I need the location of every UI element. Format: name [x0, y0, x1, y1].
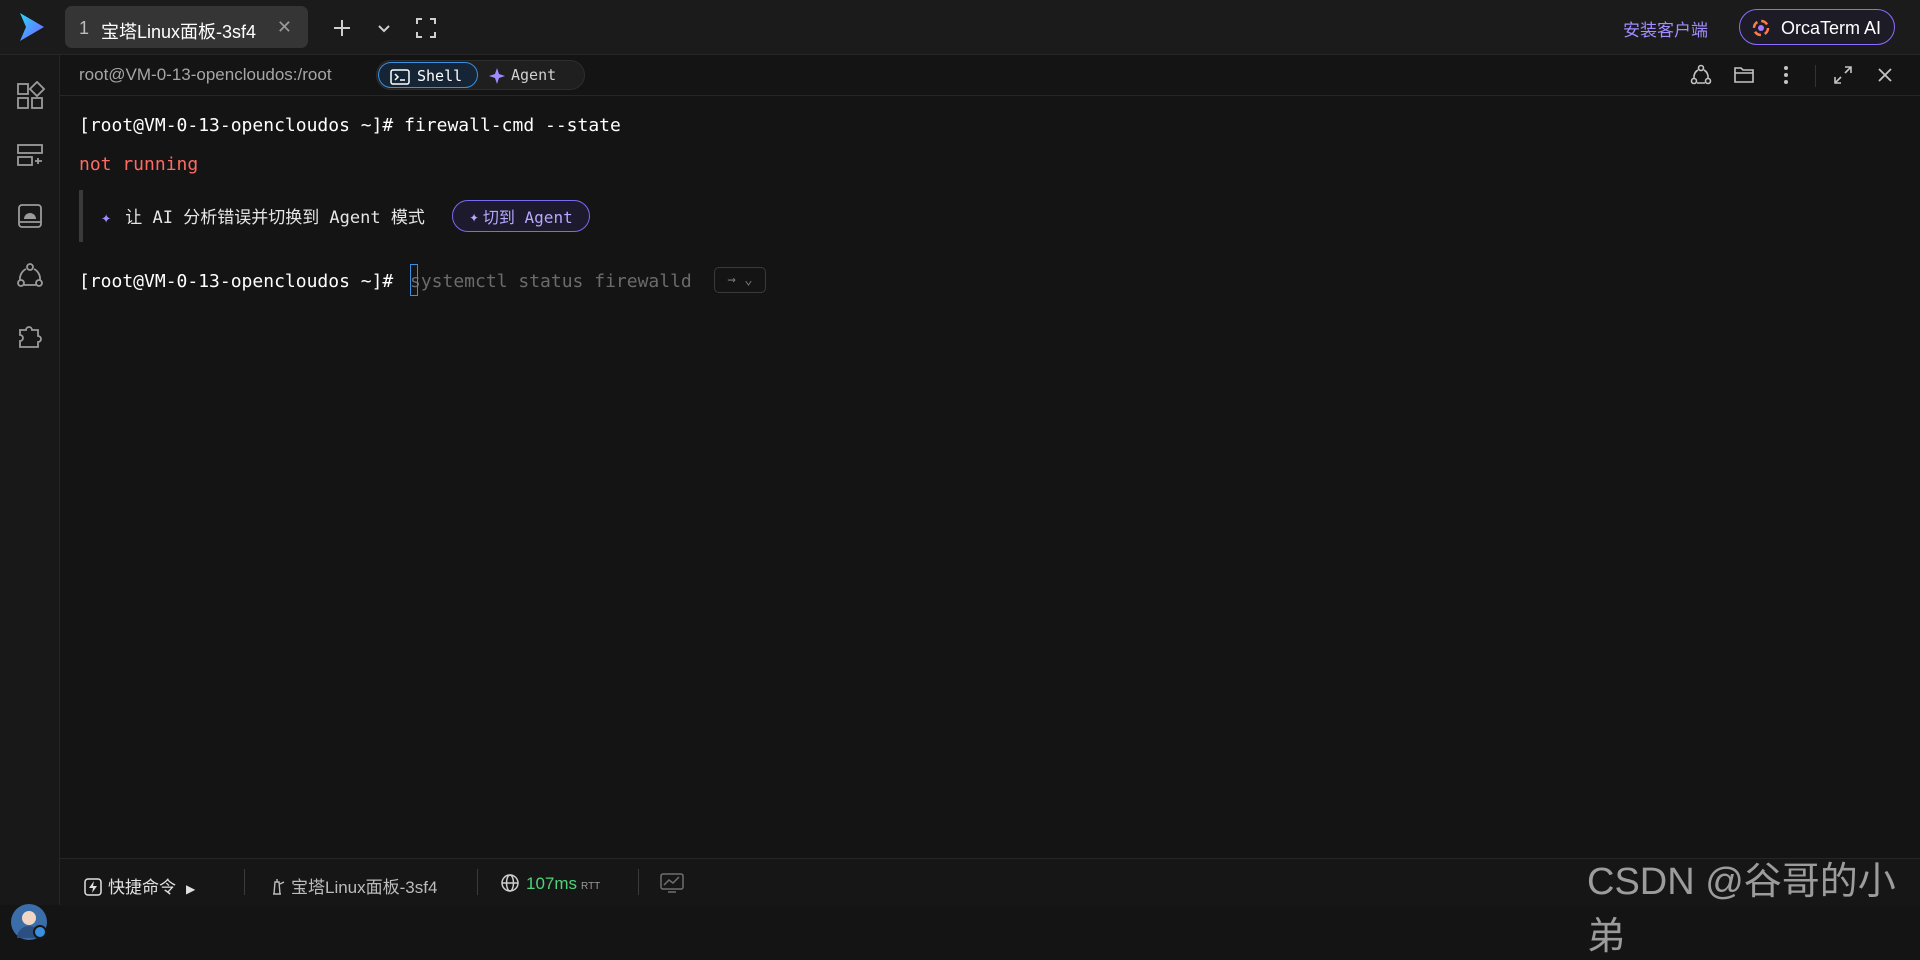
orcaterm-ai-button[interactable]: OrcaTerm AI — [1739, 9, 1895, 45]
sparkle-icon: ✦ — [469, 206, 479, 226]
terminal-prompt: [root@VM-0-13-opencloudos ~]# — [79, 271, 394, 292]
switch-to-agent-button[interactable]: ✦ 切到 Agent — [452, 200, 590, 232]
lighthouse-icon — [273, 879, 285, 895]
left-sidebar — [0, 55, 60, 940]
share-network-icon[interactable] — [15, 261, 45, 291]
globe-icon — [501, 874, 519, 892]
monitor-button[interactable] — [660, 873, 684, 898]
sparkle-icon: ✦ — [101, 208, 112, 228]
plugin-puzzle-icon[interactable] — [15, 321, 45, 351]
terminal-command-line: [root@VM-0-13-opencloudos ~]# firewall-c… — [79, 115, 621, 136]
share-icon — [1690, 64, 1712, 85]
latency-unit: RTT — [581, 881, 601, 892]
quick-commands-button[interactable]: 快捷命令 ▶ — [84, 873, 195, 898]
tab-title: 宝塔Linux面板-3sf4 — [101, 22, 257, 42]
fullscreen-button[interactable] — [411, 13, 441, 43]
server-info[interactable]: 宝塔Linux面板-3sf4 — [269, 873, 437, 898]
current-path: root@VM-0-13-opencloudos:/root — [79, 65, 332, 84]
sparkle-icon — [489, 68, 505, 84]
switch-to-agent-label: 切到 Agent — [482, 208, 573, 227]
agent-mode-label: Agent — [511, 66, 557, 84]
ai-hint-text: 让 AI 分析错误并切换到 Agent 模式 — [125, 208, 425, 228]
fullscreen-icon — [416, 18, 436, 38]
terminal-cursor — [410, 264, 418, 296]
session-header: root@VM-0-13-opencloudos:/root Shell Age… — [60, 55, 1920, 96]
more-options-button[interactable] — [1774, 63, 1798, 87]
server-name: 宝塔Linux面板-3sf4 — [291, 878, 438, 897]
title-bar: 1 宝塔Linux面板-3sf4 ✕ 安装客户端 OrcaTerm AI — [0, 0, 1920, 55]
orcaterm-ai-icon — [1752, 19, 1770, 37]
status-divider — [244, 869, 245, 895]
maximize-button[interactable] — [1831, 63, 1855, 87]
server-list-icon[interactable] — [15, 141, 45, 171]
shell-mode-label: Shell — [417, 67, 463, 85]
file-manager-button[interactable] — [1732, 63, 1756, 87]
close-icon — [1878, 68, 1892, 82]
caret-right-icon: ▶ — [186, 882, 196, 896]
share-session-button[interactable] — [1689, 63, 1713, 87]
avatar-icon — [17, 911, 47, 939]
more-vertical-icon — [1784, 66, 1788, 84]
chevron-down-icon — [378, 25, 390, 33]
terminal-icon — [390, 69, 410, 85]
quick-commands-label: 快捷命令 — [108, 878, 176, 897]
orcaterm-ai-label: OrcaTerm AI — [1781, 18, 1882, 38]
new-tab-button[interactable] — [327, 13, 357, 43]
monitor-chart-icon — [660, 873, 684, 893]
latency-indicator[interactable]: 107ms RTT — [500, 873, 600, 894]
ai-hint: ✦ 让 AI 分析错误并切换到 Agent 模式 — [101, 203, 425, 228]
command-suggestion: systemctl status firewalld — [410, 271, 692, 292]
shell-mode-button[interactable]: Shell — [378, 62, 478, 88]
app-logo-icon — [20, 13, 44, 41]
close-tab-icon[interactable]: ✕ — [277, 17, 292, 38]
header-divider — [1815, 65, 1816, 87]
tab-list-dropdown-button[interactable] — [369, 13, 399, 43]
lightning-icon — [84, 878, 102, 896]
tab-terminal-session[interactable]: 1 宝塔Linux面板-3sf4 ✕ — [65, 6, 308, 48]
hint-quote-bar — [79, 190, 83, 242]
mode-switch: Shell Agent — [376, 60, 585, 90]
close-session-button[interactable] — [1873, 63, 1897, 87]
watermark: CSDN @谷哥的小弟 — [1587, 861, 1896, 958]
status-divider — [477, 869, 478, 895]
plus-icon — [334, 20, 350, 36]
install-client-link[interactable]: 安装客户端 — [1623, 16, 1708, 41]
apps-icon[interactable] — [15, 81, 45, 111]
folder-icon — [1734, 67, 1754, 83]
terminal-error-output: not running — [79, 154, 199, 175]
storage-icon[interactable] — [15, 201, 45, 231]
user-avatar[interactable] — [11, 904, 47, 940]
status-divider — [638, 869, 639, 895]
accept-suggestion-button[interactable]: → ⌄ — [714, 267, 766, 293]
latency-value: 107ms — [526, 874, 578, 893]
tab-number: 1 — [79, 18, 90, 38]
expand-icon — [1834, 66, 1852, 84]
